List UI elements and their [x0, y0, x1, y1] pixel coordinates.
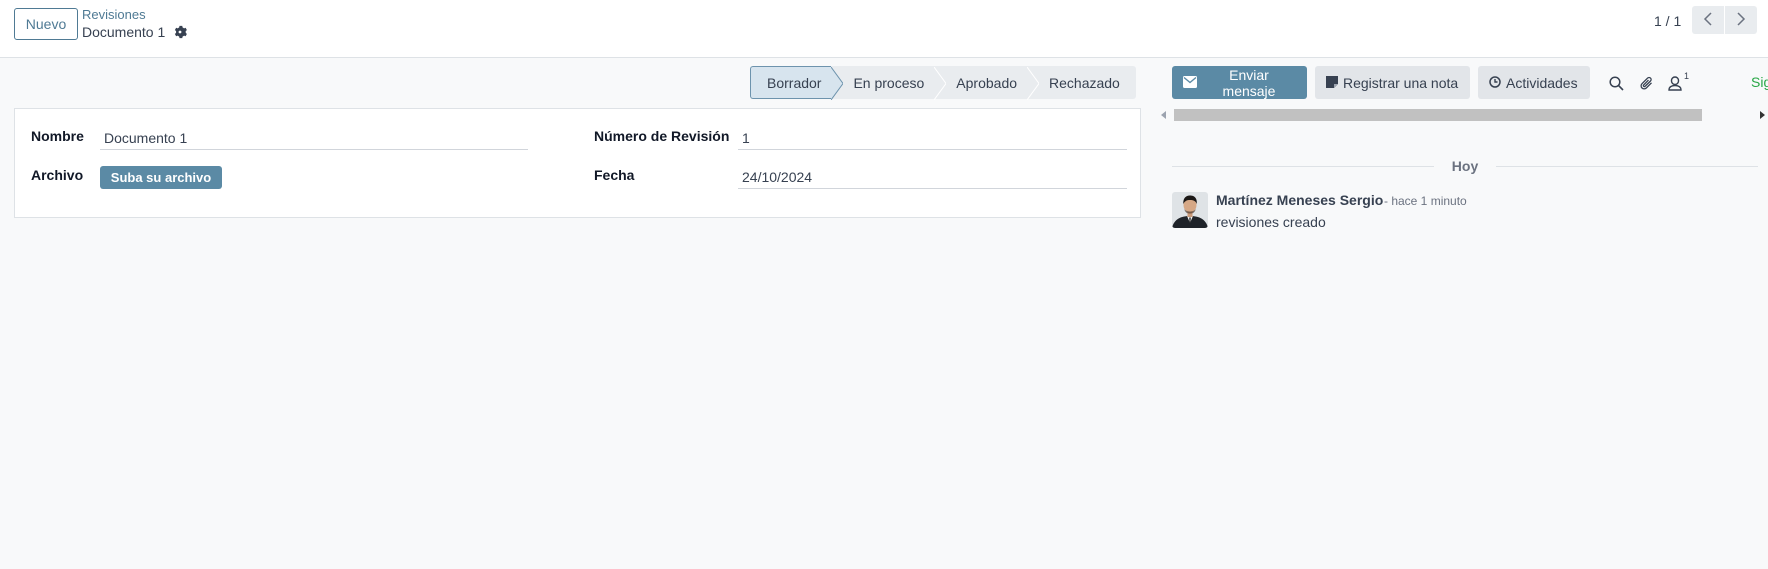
chatter-message: Martínez Meneses Sergio - hace 1 minuto … — [1172, 192, 1758, 232]
stage-rechazado[interactable]: Rechazado — [1027, 66, 1136, 99]
message-author[interactable]: Martínez Meneses Sergio — [1216, 192, 1383, 208]
chatter-toolbar: Enviar mensaje Registrar una nota Activi… — [1172, 66, 1590, 99]
archivo-label: Archivo — [31, 167, 84, 183]
message-body: revisiones creado — [1216, 214, 1326, 230]
send-message-label: Enviar mensaje — [1222, 66, 1276, 99]
gear-icon[interactable] — [173, 25, 188, 39]
breadcrumb-current: Documento 1 — [82, 24, 188, 40]
horizontal-scrollbar[interactable] — [1158, 108, 1768, 122]
breadcrumb-parent-link[interactable]: Revisiones — [82, 7, 146, 22]
activities-label: Actividades — [1506, 74, 1578, 91]
envelope-icon — [1183, 75, 1197, 91]
message-date: - hace 1 minuto — [1384, 194, 1467, 208]
log-note-button[interactable]: Registrar una nota — [1315, 66, 1470, 99]
separator-line — [1172, 165, 1434, 167]
pager-value[interactable]: 1 / 1 — [1654, 13, 1681, 29]
status-bar: Borrador En proceso Aprobado Rechazado — [750, 66, 1136, 100]
day-separator-label: Hoy — [1451, 158, 1479, 174]
revision-number-input[interactable]: 1 — [738, 126, 1127, 150]
scroll-right-arrow-icon[interactable] — [1760, 111, 1765, 119]
follow-button[interactable]: Sig — [1751, 74, 1768, 90]
paperclip-icon[interactable] — [1636, 73, 1656, 93]
revision-number-label: Número de Revisión — [594, 128, 730, 144]
new-button[interactable]: Nuevo — [14, 8, 78, 40]
stage-arrow — [831, 67, 844, 100]
stage-label: Aprobado — [956, 74, 1018, 91]
stage-arrow — [1027, 67, 1040, 100]
stage-borrador[interactable]: Borrador — [750, 66, 844, 100]
avatar[interactable] — [1172, 192, 1208, 228]
user-icon[interactable] — [1665, 73, 1685, 93]
followers-count: 1 — [1684, 71, 1690, 81]
activities-button[interactable]: Actividades — [1478, 66, 1590, 99]
separator-line — [1496, 165, 1759, 167]
upload-file-button[interactable]: Suba su archivo — [100, 166, 222, 189]
form-sheet: Nombre Documento 1 Archivo Suba su archi… — [14, 108, 1141, 218]
search-icon[interactable] — [1606, 73, 1626, 93]
clock-icon — [1489, 75, 1501, 91]
day-separator: Hoy — [1172, 157, 1759, 175]
stage-label: Rechazado — [1049, 74, 1120, 91]
nombre-input[interactable]: Documento 1 — [100, 126, 528, 150]
send-message-button[interactable]: Enviar mensaje — [1172, 66, 1307, 99]
log-note-label: Registrar una nota — [1343, 74, 1459, 91]
pager-next-button[interactable] — [1725, 6, 1757, 34]
scroll-left-arrow-icon[interactable] — [1161, 111, 1166, 119]
scrollbar-thumb[interactable] — [1174, 109, 1702, 121]
fecha-label: Fecha — [594, 167, 635, 183]
stage-aprobado[interactable]: Aprobado — [934, 66, 1040, 100]
stage-label: Borrador — [767, 74, 822, 91]
pager-previous-button[interactable] — [1692, 6, 1724, 34]
nombre-label: Nombre — [31, 128, 84, 144]
fecha-input[interactable]: 24/10/2024 — [738, 165, 1127, 189]
record-title: Documento 1 — [82, 24, 166, 40]
sticky-note-icon — [1326, 75, 1338, 91]
chevron-right-icon — [1736, 11, 1746, 29]
chevron-left-icon — [1703, 11, 1713, 29]
stage-en-proceso[interactable]: En proceso — [831, 66, 947, 100]
stage-arrow — [934, 67, 947, 100]
stage-label: En proceso — [853, 74, 925, 91]
control-panel: Nuevo Revisiones Documento 1 1 / 1 — [0, 0, 1768, 58]
